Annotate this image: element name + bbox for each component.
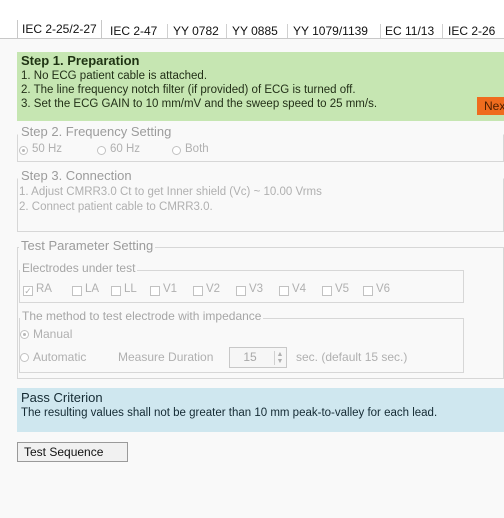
step1-line-2: 2. The line frequency notch filter (if p… <box>21 84 356 96</box>
checkbox-v3[interactable] <box>236 286 246 296</box>
tab-divider <box>442 24 443 38</box>
checkbox-v6-label: V6 <box>376 283 391 295</box>
tab-divider <box>380 24 381 38</box>
radio-60hz[interactable] <box>97 146 106 155</box>
tab-divider <box>167 24 168 38</box>
checkbox-ra[interactable]: ✓ <box>23 286 33 296</box>
tab-iec-2-47[interactable]: IEC 2-47 <box>109 24 158 38</box>
tab-divider <box>226 24 227 38</box>
step1-panel: Step 1. Preparation 1. No ECG patient ca… <box>17 52 504 121</box>
measure-duration-label: Measure Duration <box>118 350 214 364</box>
radio-60hz-label: 60 Hz <box>110 143 141 155</box>
tab-bar: IEC 2-25/2-27 IEC 2-47 YY 0782 YY 0885 Y… <box>0 0 504 39</box>
radio-50hz-label: 50 Hz <box>32 143 63 155</box>
checkbox-v2-label: V2 <box>206 283 221 295</box>
checkbox-v1[interactable] <box>150 286 160 296</box>
checkbox-v5-label: V5 <box>335 283 350 295</box>
checkbox-v5[interactable] <box>322 286 332 296</box>
checkbox-ll-label: LL <box>124 283 137 295</box>
checkbox-ra-label: RA <box>36 283 52 295</box>
tab-ec-11-13[interactable]: EC 11/13 <box>384 24 435 38</box>
tab-iec-2-26[interactable]: IEC 2-26 <box>447 24 496 38</box>
duration-stepper[interactable]: 15 ▲ ▼ <box>229 347 287 368</box>
radio-both-label: Both <box>185 143 209 155</box>
radio-manual[interactable] <box>20 330 29 339</box>
checkbox-v3-label: V3 <box>249 283 264 295</box>
step1-line-3: 3. Set the ECG GAIN to 10 mm/mV and the … <box>21 98 378 110</box>
pass-criterion-panel: Pass Criterion The resulting values shal… <box>17 388 504 432</box>
checkbox-v4[interactable] <box>279 286 289 296</box>
radio-50hz[interactable] <box>19 146 28 155</box>
step1-title: Step 1. Preparation <box>21 53 140 68</box>
step2-title: Step 2. Frequency Setting <box>19 124 174 139</box>
pass-criterion-text: The resulting values shall not be greate… <box>21 407 438 419</box>
test-sequence-button[interactable]: Test Sequence <box>17 442 128 462</box>
tab-yy-1079-1139[interactable]: YY 1079/1139 <box>292 24 369 38</box>
radio-automatic-label: Automatic <box>33 350 87 364</box>
checkbox-v1-label: V1 <box>163 283 178 295</box>
step3-line-2: 2. Connect patient cable to CMRR3.0. <box>19 201 213 213</box>
step3-title: Step 3. Connection <box>19 168 134 183</box>
duration-value: 15 <box>243 350 257 364</box>
electrodes-title: Electrodes under test <box>20 261 138 275</box>
next-button[interactable]: Next <box>477 97 504 115</box>
checkbox-ll[interactable] <box>111 286 121 296</box>
radio-both[interactable] <box>172 146 181 155</box>
checkbox-v2[interactable] <box>193 286 203 296</box>
radio-automatic[interactable] <box>20 353 29 362</box>
tab-yy-0782[interactable]: YY 0782 <box>172 24 220 38</box>
pass-criterion-title: Pass Criterion <box>21 390 103 405</box>
tab-divider <box>287 24 288 38</box>
duration-suffix: sec. (default 15 sec.) <box>296 350 408 364</box>
step1-line-1: 1. No ECG patient cable is attached. <box>21 70 208 82</box>
method-title: The method to test electrode with impeda… <box>20 309 264 323</box>
radio-manual-label: Manual <box>33 327 73 341</box>
tab-iec-2-25-2-27[interactable]: IEC 2-25/2-27 <box>17 20 102 38</box>
checkbox-v6[interactable] <box>363 286 373 296</box>
test-parameter-title: Test Parameter Setting <box>19 238 156 253</box>
checkbox-la-label: LA <box>85 283 100 295</box>
checkbox-la[interactable] <box>72 286 82 296</box>
tab-yy-0885[interactable]: YY 0885 <box>231 24 279 38</box>
step3-line-1: 1. Adjust CMRR3.0 Ct to get Inner shield… <box>19 186 322 198</box>
stepper-arrows-icon[interactable]: ▲ ▼ <box>274 351 285 365</box>
checkbox-v4-label: V4 <box>292 283 307 295</box>
